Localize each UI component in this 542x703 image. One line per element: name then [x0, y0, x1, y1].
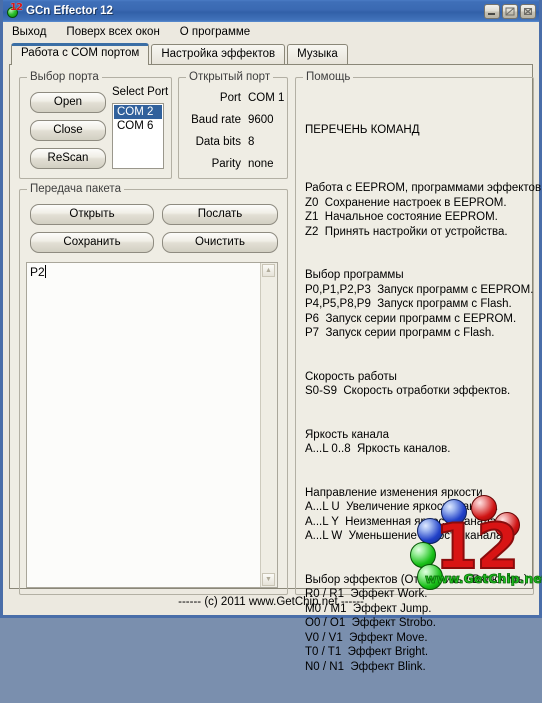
parity-label: Parity [211, 158, 241, 170]
help-line: Выбор программы [305, 269, 404, 281]
help-title: ПЕРЕЧЕНЬ КОМАНД [305, 124, 420, 136]
help-line: P6 Запуск серии программ с EEPROM. [305, 312, 517, 325]
window-title: GCn Effector 12 [26, 5, 113, 17]
help-spacer [305, 399, 527, 414]
clear-button[interactable]: Очистить [162, 232, 278, 253]
open-button[interactable]: Open [30, 92, 106, 113]
help-line: O0 / O1 Эффект Strobo. [305, 617, 436, 629]
help-line: T0 / T1 Эффект Bright. [305, 646, 429, 658]
help-spacer [305, 341, 527, 356]
help-spacer [305, 457, 527, 472]
parity-value: none [248, 158, 274, 170]
text-caret [44, 265, 46, 278]
help-line: N0 / N1 Эффект Blink. [305, 660, 426, 673]
minimize-button[interactable] [484, 3, 500, 19]
data-bits-label: Data bits [195, 136, 241, 148]
help-spacer [305, 167, 527, 182]
group-port-select-legend: Выбор порта [27, 71, 102, 83]
window-controls [484, 3, 536, 19]
list-item[interactable]: COM 2 [114, 105, 162, 119]
baud-rate-label: Baud rate [191, 114, 241, 126]
help-line: P4,P5,P8,P9 Запуск программ с Flash. [305, 298, 512, 310]
close-button-port[interactable]: Close [30, 120, 106, 141]
port-label: Port [219, 92, 241, 104]
group-packet-legend: Передача пакета [27, 183, 124, 195]
help-line: Яркость канала [305, 428, 389, 441]
menu-about[interactable]: О программе [178, 25, 252, 39]
group-packet-transfer: Передача пакета Открыть Послать Сохранит… [19, 183, 288, 595]
packet-editor-scrollbar[interactable]: ▲ ▼ [260, 263, 277, 587]
rescan-button[interactable]: ReScan [30, 148, 106, 169]
help-line: M0 / M1 Эффект Jump. [305, 602, 432, 615]
group-port-select: Выбор порта Open Close ReScan Select Por… [19, 71, 172, 179]
tab-effects-setup[interactable]: Настройка эффектов [151, 44, 286, 64]
application-window: 12 GCn Effector 12 Выход Поверх всех око… [0, 0, 542, 673]
help-lines: Работа с EEPROM, программами эффектов Z0 … [305, 167, 542, 675]
group-open-port: Открытый порт Port COM 1 Baud rate 9600 … [178, 71, 288, 179]
port-value: COM 1 [248, 92, 285, 104]
menu-exit[interactable]: Выход [10, 25, 48, 39]
baud-rate-value: 9600 [248, 114, 274, 126]
help-line: Z0 Сохранение настроек в EEPROM. [305, 196, 507, 209]
group-open-port-legend: Открытый порт [186, 71, 274, 83]
close-button[interactable] [520, 3, 536, 19]
send-button[interactable]: Послать [162, 204, 278, 225]
group-help-legend: Помощь [303, 71, 354, 83]
scroll-down-icon[interactable]: ▼ [262, 573, 275, 586]
menu-always-on-top[interactable]: Поверх всех окон [64, 25, 161, 39]
help-line: P0,P1,P2,P3 Запуск программ с EEPROM. [305, 283, 534, 296]
menu-bar: Выход Поверх всех окон О программе [3, 22, 539, 42]
data-bits-value: 8 [248, 136, 255, 148]
port-listbox[interactable]: COM 2 COM 6 [112, 103, 164, 169]
help-spacer [305, 471, 527, 486]
tab-page-com-port: Выбор порта Open Close ReScan Select Por… [9, 64, 542, 673]
help-line: Работа с EEPROM, программами эффектов [305, 182, 542, 194]
logo-number: 12 [434, 510, 520, 583]
app-logo-icon: 12 [6, 2, 23, 19]
tab-music[interactable]: Музыка [287, 44, 348, 64]
help-line: Z2 Принять настройки от устройства. [305, 225, 508, 238]
scroll-up-icon[interactable]: ▲ [262, 264, 275, 277]
tab-com-port[interactable]: Работа с COM портом [11, 43, 150, 65]
app-logo-number: 12 [10, 2, 23, 13]
help-line: A...L 0..8 Яркость каналов. [305, 443, 451, 455]
help-line: Скорость работы [305, 370, 397, 383]
packet-editor[interactable]: P2 ▲ ▼ [26, 262, 278, 588]
help-line: Z1 Начальное состояние EEPROM. [305, 211, 498, 223]
title-bar: 12 GCn Effector 12 [3, 0, 539, 22]
select-port-label: Select Port [112, 86, 169, 98]
help-line: P7 Запуск серии программ с Flash. [305, 327, 495, 339]
help-spacer [305, 254, 527, 269]
logo-site-text: www.GetChip.net [425, 571, 542, 587]
save-button[interactable]: Сохранить [30, 232, 154, 253]
help-line: V0 / V1 Эффект Move. [305, 631, 428, 644]
group-help: Помощь ПЕРЕЧЕНЬ КОМАНД Работа с EEPROM, … [295, 71, 542, 673]
packet-editor-text: P2 [30, 265, 46, 279]
help-spacer [305, 355, 527, 370]
help-line: S0-S9 Скорость отработки эффектов. [305, 385, 511, 397]
maximize-button[interactable] [502, 3, 518, 19]
open-file-button[interactable]: Открыть [30, 204, 154, 225]
tab-bar: Работа с COM портом Настройка эффектов М… [3, 42, 539, 65]
help-spacer [305, 413, 527, 428]
getchip-logo: 12 www.GetChip.net [409, 494, 542, 590]
help-spacer [305, 239, 527, 254]
list-item[interactable]: COM 6 [114, 119, 162, 133]
